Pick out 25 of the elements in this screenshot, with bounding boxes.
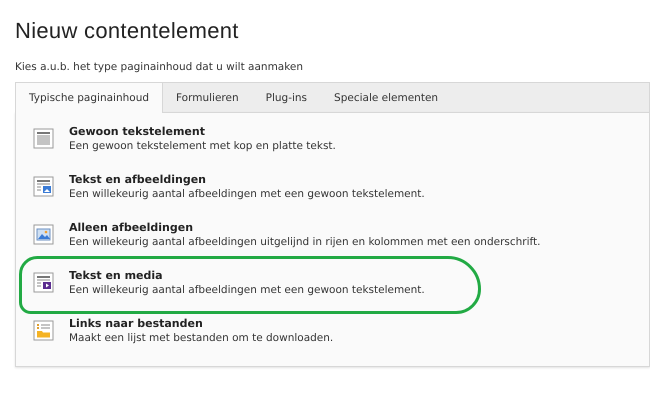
content-type-row[interactable]: Gewoon tekstelement Een gewoon tekstelement met kop en platte tekst.	[16, 125, 649, 173]
tab[interactable]: Speciale elementen	[321, 83, 452, 113]
text-document-icon	[33, 128, 54, 149]
content-type-description: Een gewoon tekstelement met kop en platte tekst.	[69, 140, 336, 152]
content-type-link[interactable]: Gewoon tekstelement	[69, 125, 336, 138]
content-type-description: Maakt een lijst met bestanden om te downloaden.	[69, 332, 334, 344]
file-list-folder-icon	[33, 320, 54, 341]
text-video-icon	[33, 272, 54, 293]
text-image-icon	[33, 176, 54, 197]
content-type-link[interactable]: Links naar bestanden	[69, 317, 334, 330]
content-type-row[interactable]: Tekst en afbeeldingen Een willekeurig aantal afbeeldingen met een gewoon tekstelement.	[16, 173, 649, 221]
content-type-row[interactable]: Links naar bestanden Maakt een lijst met bestanden om te downloaden.	[16, 317, 649, 365]
content-type-description: Een willekeurig aantal afbeeldingen met een gewoon tekstelement.	[69, 188, 425, 200]
content-type-row[interactable]: Alleen afbeeldingen Een willekeurig aantal afbeeldingen uitgelijnd in rijen en kolommen met een onderschrift.	[16, 221, 649, 269]
page-title: Nieuw contentelement	[15, 18, 240, 44]
image-icon	[33, 224, 54, 245]
content-type-link[interactable]: Tekst en media	[69, 269, 425, 282]
content-type-description: Een willekeurig aantal afbeeldingen uitgelijnd in rijen en kolommen met een onderschrift.	[69, 236, 541, 248]
content-type-link[interactable]: Alleen afbeeldingen	[69, 221, 541, 234]
tab[interactable]: Typische paginainhoud	[16, 83, 164, 113]
content-type-link[interactable]: Tekst en afbeeldingen	[69, 173, 425, 186]
tab[interactable]: Formulieren	[163, 83, 253, 113]
instruction-text: Kies a.u.b. het type paginainhoud dat u wilt aanmaken	[15, 61, 304, 73]
tab[interactable]: Plug-ins	[252, 83, 322, 113]
content-type-description: Een willekeurig aantal afbeeldingen met een gewoon tekstelement.	[69, 284, 425, 296]
